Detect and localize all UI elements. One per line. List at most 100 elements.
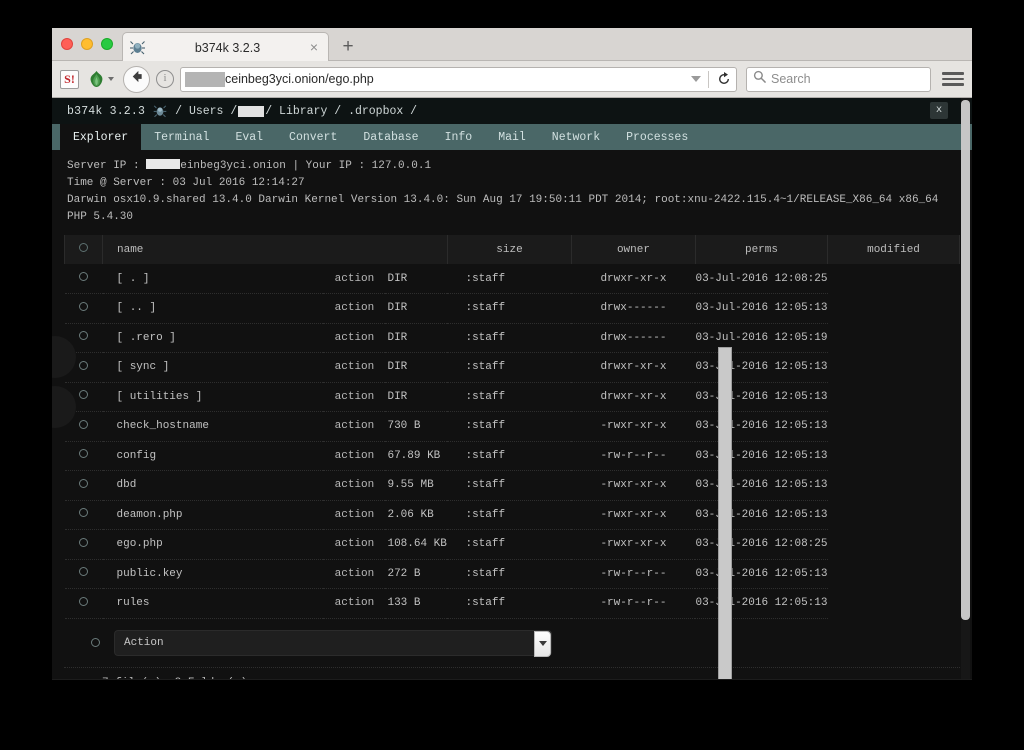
search-placeholder-text: Search <box>771 72 811 86</box>
table-row[interactable]: [ sync ]actionDIR:staffdrwxr-xr-x03-Jul-… <box>65 353 960 383</box>
table-row[interactable]: [ .rero ]actionDIR:staffdrwx------03-Jul… <box>65 323 960 353</box>
select-all-header <box>65 235 103 264</box>
column-header-perms[interactable]: perms <box>695 235 827 264</box>
tab-terminal[interactable]: Terminal <box>141 124 222 150</box>
tab-convert[interactable]: Convert <box>276 124 350 150</box>
row-select-radio[interactable] <box>79 302 88 311</box>
row-select-radio[interactable] <box>79 331 88 340</box>
file-name[interactable]: [ utilities ] <box>103 382 324 412</box>
site-info-icon[interactable]: i <box>156 70 174 88</box>
row-action-link[interactable]: action <box>323 264 385 294</box>
row-action-link[interactable]: action <box>323 500 385 530</box>
select-all-radio[interactable] <box>79 243 88 252</box>
table-row[interactable]: check_hostnameaction730 B:staff-rwxr-xr-… <box>65 412 960 442</box>
url-dropdown-chevron-down-icon[interactable] <box>691 76 701 82</box>
back-arrow-icon <box>129 69 144 89</box>
table-row[interactable]: dbdaction9.55 MB:staff-rwxr-xr-x03-Jul-2… <box>65 471 960 501</box>
tab-network[interactable]: Network <box>539 124 613 150</box>
tor-onion-button[interactable] <box>88 70 114 88</box>
file-name[interactable]: rules <box>103 589 324 619</box>
row-action-link[interactable]: action <box>323 323 385 353</box>
breadcrumb-segment-dropbox[interactable]: .dropbox / <box>341 105 417 118</box>
reload-icon[interactable] <box>716 71 732 87</box>
minimize-window-button[interactable] <box>81 38 93 50</box>
breadcrumb-segment-root[interactable]: / <box>175 105 189 118</box>
server-info-block: Server IP : einbeg3yci.onion | Your IP :… <box>52 150 972 235</box>
row-action-link[interactable]: action <box>323 412 385 442</box>
row-select-radio[interactable] <box>79 567 88 576</box>
url-bar[interactable]: ceinbeg3yci.onion /ego.php <box>180 67 737 92</box>
browser-tab-active[interactable]: b374k 3.2.3 × <box>122 32 329 62</box>
table-row[interactable]: [ utilities ]actionDIR:staffdrwxr-xr-x03… <box>65 382 960 412</box>
search-bar[interactable]: Search <box>746 67 931 92</box>
row-select-radio[interactable] <box>79 597 88 606</box>
tab-eval[interactable]: Eval <box>222 124 276 150</box>
select-chevron-down-icon[interactable] <box>534 631 551 657</box>
page-scrollbar-track[interactable] <box>961 98 970 679</box>
hamburger-menu-icon[interactable] <box>942 68 964 90</box>
row-select-radio[interactable] <box>79 420 88 429</box>
row-action-link[interactable]: action <box>323 294 385 324</box>
page-scrollbar-thumb[interactable] <box>961 100 970 620</box>
file-name[interactable]: [ . ] <box>103 264 324 294</box>
table-row[interactable]: rulesaction133 B:staff-rw-r--r--03-Jul-2… <box>65 589 960 619</box>
row-action-link[interactable]: action <box>323 530 385 560</box>
file-name[interactable]: check_hostname <box>103 412 324 442</box>
back-button[interactable] <box>123 66 150 93</box>
tab-database[interactable]: Database <box>350 124 431 150</box>
file-name[interactable]: [ .rero ] <box>103 323 324 353</box>
file-size: 108.64 KB <box>385 530 447 560</box>
close-panel-button[interactable]: x <box>930 102 948 119</box>
file-name[interactable]: config <box>103 441 324 471</box>
row-action-link[interactable]: action <box>323 382 385 412</box>
tab-processes[interactable]: Processes <box>613 124 701 150</box>
row-action-link[interactable]: action <box>323 589 385 619</box>
table-row[interactable]: configaction67.89 KB:staff-rw-r--r--03-J… <box>65 441 960 471</box>
row-select-radio[interactable] <box>79 449 88 458</box>
row-select-radio[interactable] <box>79 272 88 281</box>
column-header-name[interactable]: name <box>103 235 448 264</box>
row-action-link[interactable]: action <box>323 471 385 501</box>
file-perms: drwxr-xr-x <box>571 382 695 412</box>
bulk-action-select[interactable]: Action <box>114 630 552 656</box>
tab-explorer[interactable]: Explorer <box>60 124 141 150</box>
url-host-text: ceinbeg3yci.onion <box>225 72 325 86</box>
table-row[interactable]: ego.phpaction108.64 KB:staff-rwxr-xr-x03… <box>65 530 960 560</box>
file-name[interactable]: ego.php <box>103 530 324 560</box>
tab-info[interactable]: Info <box>432 124 486 150</box>
breadcrumb-segment-users[interactable]: Users / <box>189 105 237 118</box>
new-tab-button[interactable]: + <box>338 38 358 58</box>
row-action-link[interactable]: action <box>323 441 385 471</box>
file-name[interactable]: dbd <box>103 471 324 501</box>
file-owner: :staff <box>447 589 571 619</box>
file-name[interactable]: [ sync ] <box>103 353 324 383</box>
row-select-cell <box>65 559 103 589</box>
table-row[interactable]: public.keyaction272 B:staff-rw-r--r--03-… <box>65 559 960 589</box>
close-window-button[interactable] <box>61 38 73 50</box>
file-name[interactable]: deamon.php <box>103 500 324 530</box>
row-select-radio[interactable] <box>79 361 88 370</box>
file-owner: :staff <box>447 353 571 383</box>
table-row[interactable]: deamon.phpaction2.06 KB:staff-rwxr-xr-x0… <box>65 500 960 530</box>
file-name[interactable]: [ .. ] <box>103 294 324 324</box>
column-header-size[interactable]: size <box>447 235 571 264</box>
breadcrumb-segment-library[interactable]: / Library / <box>265 105 341 118</box>
table-row[interactable]: [ . ]actionDIR:staffdrwxr-xr-x03-Jul-201… <box>65 264 960 294</box>
row-select-radio[interactable] <box>79 508 88 517</box>
noscript-extension-icon[interactable]: S! <box>60 70 79 89</box>
table-row[interactable]: [ .. ]actionDIR:staffdrwx------03-Jul-20… <box>65 294 960 324</box>
row-select-radio[interactable] <box>79 479 88 488</box>
row-select-radio[interactable] <box>79 390 88 399</box>
file-name[interactable]: public.key <box>103 559 324 589</box>
maximize-window-button[interactable] <box>101 38 113 50</box>
bulk-select-radio[interactable] <box>91 638 100 647</box>
row-action-link[interactable]: action <box>323 559 385 589</box>
browser-toolbar: S! i <box>52 61 972 98</box>
row-select-radio[interactable] <box>79 538 88 547</box>
tab-mail[interactable]: Mail <box>485 124 539 150</box>
column-header-modified[interactable]: modified <box>828 235 960 264</box>
column-header-owner[interactable]: owner <box>571 235 695 264</box>
close-tab-icon[interactable]: × <box>306 40 322 56</box>
row-action-link[interactable]: action <box>323 353 385 383</box>
file-owner: :staff <box>447 500 571 530</box>
